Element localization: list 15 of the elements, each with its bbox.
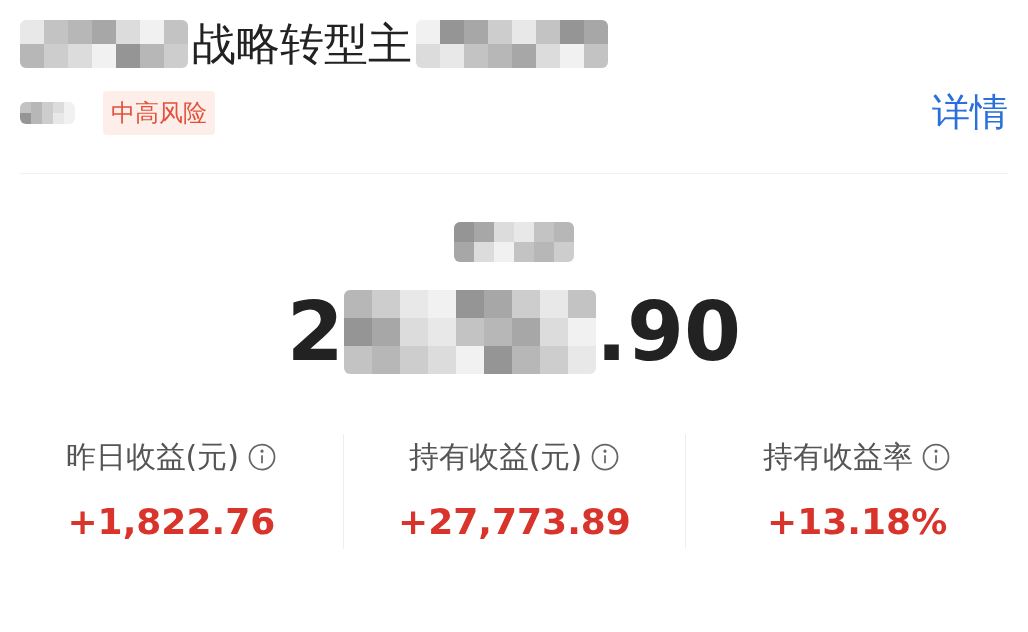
info-icon[interactable] bbox=[590, 441, 621, 472]
amount-lead: 2 bbox=[286, 291, 344, 373]
stat-value: +1,822.76 bbox=[67, 500, 276, 544]
risk-badge: 中高风险 bbox=[103, 90, 215, 135]
stat-value: +27,773.89 bbox=[398, 500, 631, 544]
fund-title: 战略转型主 bbox=[192, 22, 412, 66]
info-icon[interactable] bbox=[247, 441, 278, 472]
stat-label: 昨日收益(元) bbox=[65, 438, 240, 476]
stat-label: 持有收益率 bbox=[763, 438, 914, 476]
redaction-mosaic bbox=[20, 101, 75, 124]
info-icon[interactable] bbox=[921, 441, 952, 472]
details-link[interactable]: 详情 bbox=[932, 84, 1008, 141]
stat-value: +13.18% bbox=[767, 500, 948, 544]
stat-label: 持有收益(元) bbox=[408, 438, 583, 476]
amount-decimals: .90 bbox=[595, 291, 742, 373]
